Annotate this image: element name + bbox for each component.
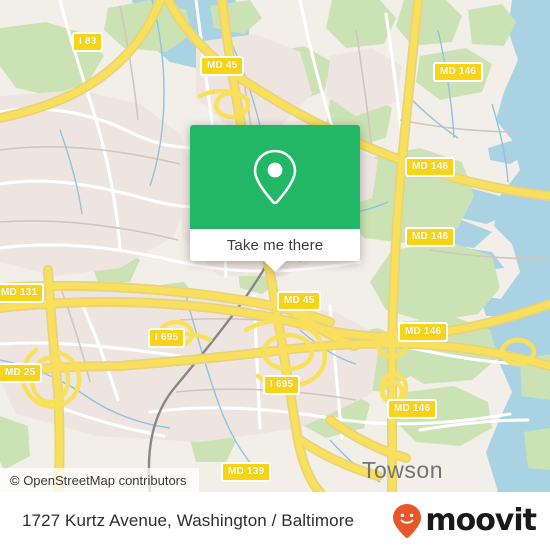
footer-bar: 1727 Kurtz Avenue, Washington / Baltimor… xyxy=(0,492,550,550)
place-label-towson: Towson xyxy=(362,457,443,483)
shield-md146-c: MD 146 xyxy=(405,227,456,247)
take-me-there-label: Take me there xyxy=(226,236,324,254)
moovit-smiley-pin-icon xyxy=(393,504,422,538)
shield-md45-s: MD 45 xyxy=(277,291,322,311)
shield-md146-n: MD 146 xyxy=(433,62,484,82)
map-canvas[interactable]: I 83 MD 45 MD 146 MD 146 MD 146 MD 131 M… xyxy=(0,0,550,492)
shield-md146-s2: MD 146 xyxy=(387,399,438,419)
shield-i83: I 83 xyxy=(72,32,104,52)
shield-md146-s1: MD 146 xyxy=(398,322,449,342)
shield-md146-mid: MD 146 xyxy=(405,157,456,177)
moovit-wordmark: moovit xyxy=(425,503,537,538)
shield-i695-e: I 695 xyxy=(263,375,301,395)
map-pin-icon xyxy=(253,149,297,205)
screen: I 83 MD 45 MD 146 MD 146 MD 146 MD 131 M… xyxy=(0,0,550,550)
shield-i695-w: I 695 xyxy=(148,328,186,348)
shield-md139: MD 139 xyxy=(221,462,272,482)
popup-action-area[interactable]: Take me there xyxy=(190,229,360,272)
popup-pointer-tail xyxy=(264,261,286,272)
osm-attribution-text: © OpenStreetMap contributors xyxy=(10,472,187,488)
popup-icon-area xyxy=(190,125,360,229)
shield-md45-n: MD 45 xyxy=(200,56,245,76)
shield-md25: MD 25 xyxy=(0,363,43,383)
osm-attribution[interactable]: © OpenStreetMap contributors xyxy=(0,468,199,492)
location-popup-card[interactable]: Take me there xyxy=(190,125,360,272)
shield-md131: MD 131 xyxy=(0,283,45,303)
address-label: 1727 Kurtz Avenue, Washington / Baltimor… xyxy=(22,511,355,530)
moovit-logo[interactable]: moovit xyxy=(392,503,537,539)
